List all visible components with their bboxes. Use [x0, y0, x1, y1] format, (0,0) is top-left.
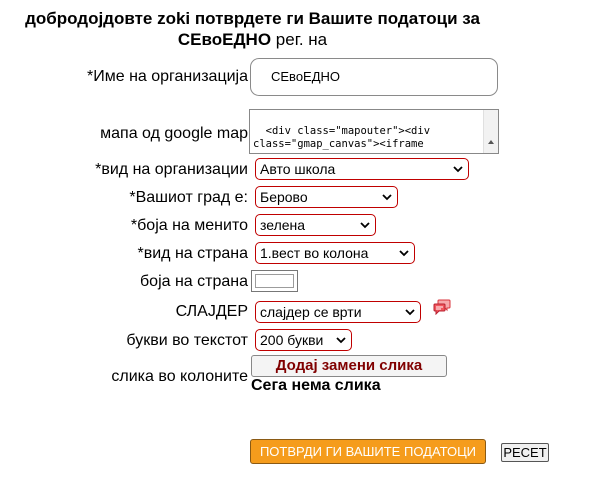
menu-color-select[interactable]: зелена — [255, 214, 376, 236]
org-name-label: *Име на организација — [87, 68, 248, 85]
chevron-down-icon — [399, 250, 409, 257]
city-value: Берово — [260, 189, 308, 205]
menu-color-value: зелена — [260, 217, 306, 233]
scroll-arrows-icon — [488, 140, 494, 144]
page-color-picker[interactable] — [251, 270, 298, 292]
welcome-title: добродојдовте zoki потврдете ги Вашите п… — [25, 9, 480, 28]
welcome-subtitle: СЕвоЕДНО рег. на — [0, 29, 505, 50]
chevron-down-icon — [360, 222, 370, 229]
menu-color-label: *боја на менито — [130, 217, 248, 234]
no-image-text: Сега нема слика — [251, 377, 381, 394]
registration-suffix: рег. на — [275, 30, 328, 49]
org-type-value: Авто школа — [260, 161, 336, 177]
confirm-data-button[interactable]: ПОТВРДИ ГИ ВАШИТЕ ПОДАТОЦИ — [250, 439, 486, 464]
chevron-down-icon — [336, 337, 346, 344]
slider-select[interactable]: слајдер се врти — [255, 301, 421, 323]
slider-label: СЛАЈДЕР — [175, 303, 248, 320]
map-embed-text: <div class="mapouter"><div class="gmap_c… — [253, 125, 437, 150]
column-image-label: слика во колоните — [111, 368, 248, 385]
textarea-scrollbar[interactable] — [483, 110, 498, 153]
org-type-select[interactable]: Авто школа — [255, 158, 469, 180]
page-header: добродојдовте zoki потврдете ги Вашите п… — [0, 8, 505, 50]
city-label: *Вашиот град е: — [129, 189, 248, 206]
page-type-select[interactable]: 1.вест во колона — [255, 242, 415, 264]
page-color-label: боја на страна — [140, 273, 248, 290]
text-letters-select[interactable]: 200 букви — [255, 329, 352, 351]
slider-value: слајдер се врти — [260, 304, 362, 320]
page-type-value: 1.вест во колона — [260, 245, 369, 261]
chevron-down-icon — [382, 194, 392, 201]
chevron-down-icon — [453, 166, 463, 173]
text-letters-label: букви во текстот — [126, 332, 248, 349]
chevron-down-icon — [405, 309, 415, 316]
reset-button[interactable]: РЕСЕТ — [501, 443, 549, 462]
org-type-label: *вид на организации — [95, 161, 248, 178]
add-replace-image-button[interactable]: Додај замени слика — [251, 355, 447, 377]
text-letters-value: 200 букви — [260, 332, 324, 348]
map-embed-textarea[interactable]: <div class="mapouter"><div class="gmap_c… — [249, 109, 499, 154]
org-name-input[interactable]: СЕвоЕДНО — [250, 58, 498, 96]
color-swatch — [255, 274, 294, 288]
page-type-label: *вид на страна — [137, 245, 248, 262]
brand-name: СЕвоЕДНО — [177, 30, 272, 49]
map-label: мапа од google map — [100, 125, 248, 142]
chat-bubble-icon[interactable] — [433, 299, 451, 315]
city-select[interactable]: Берово — [255, 186, 398, 208]
